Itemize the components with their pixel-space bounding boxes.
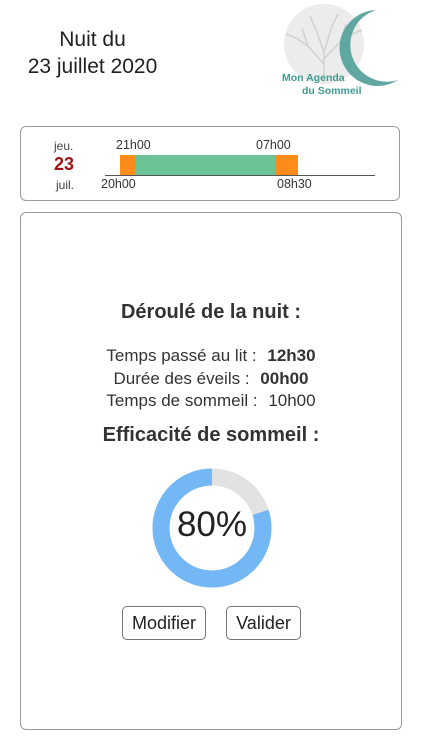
bed-time-label: 20h00 (101, 177, 136, 191)
night-title-date: 23 juillet 2020 (27, 55, 158, 78)
wake-duration-label: Durée des éveils : (113, 369, 250, 388)
night-summary-heading: Déroulé de la nuit : (120, 301, 302, 323)
time-in-bed-row: Temps passé au lit : 12h30 (21, 346, 401, 366)
day-name: jeu. (54, 139, 74, 153)
night-title: Nuit du 23 juillet 2020 (10, 26, 175, 80)
sleep-time-label: Temps de sommeil : (106, 391, 258, 410)
validate-button[interactable]: Valider (226, 606, 301, 640)
awake-before-sleep-segment (120, 155, 135, 175)
night-title-line1: Nuit du (59, 28, 126, 51)
sleep-segment (135, 155, 276, 175)
logo-text-line2: du Sommeil (302, 85, 362, 97)
get-up-time-label: 08h30 (277, 177, 312, 191)
night-summary-card: Déroulé de la nuit : Temps passé au lit … (20, 212, 402, 730)
time-in-bed-label: Temps passé au lit : (106, 346, 257, 365)
wake-time-label: 07h00 (256, 138, 291, 152)
app-logo: Mon Agenda du Sommeil (272, 4, 404, 100)
night-timeline-card[interactable]: jeu. 23 juil. 21h00 07h00 20h00 08h30 (20, 126, 400, 201)
day-number: 23 (54, 154, 75, 174)
wake-duration-row: Durée des éveils : 00h00 (21, 369, 401, 389)
time-in-bed-value: 12h30 (267, 346, 316, 365)
logo-text-line1: Mon Agenda (282, 72, 345, 84)
sleep-efficiency-value: 80% (176, 505, 248, 544)
awake-after-sleep-segment (276, 155, 298, 175)
sleep-time-row: Temps de sommeil : 10h00 (21, 391, 401, 411)
month-label: juil. (56, 178, 75, 192)
modify-button[interactable]: Modifier (122, 606, 206, 640)
sleep-time-value: 10h00 (268, 391, 316, 410)
sleep-efficiency-heading: Efficacité de sommeil : (102, 424, 320, 446)
sleep-start-label: 21h00 (116, 138, 151, 152)
wake-duration-value: 00h00 (260, 369, 309, 388)
timeline-axis (105, 175, 375, 176)
